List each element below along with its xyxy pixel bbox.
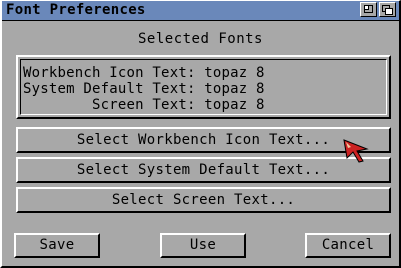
save-button[interactable]: Save (14, 233, 100, 258)
depth-front-shape (385, 8, 393, 15)
selected-fonts-inner: Workbench Icon Text: topaz 8 System Defa… (20, 59, 387, 115)
zoom-gadget-icon[interactable] (360, 2, 377, 17)
selected-fonts-box: Workbench Icon Text: topaz 8 System Defa… (16, 55, 391, 119)
workbench-icon-text-line: Workbench Icon Text: topaz 8 (23, 65, 265, 81)
select-workbench-icon-text-button[interactable]: Select Workbench Icon Text... (16, 127, 391, 153)
depth-gadget-icon[interactable] (379, 2, 396, 17)
use-button[interactable]: Use (160, 233, 246, 258)
window-title: Font Preferences (6, 2, 146, 18)
cancel-button[interactable]: Cancel (305, 233, 391, 258)
system-default-text-line: System Default Text: topaz 8 (23, 81, 265, 97)
select-system-default-text-button[interactable]: Select System Default Text... (16, 157, 391, 183)
screen-text-line: Screen Text: topaz 8 (23, 97, 265, 113)
font-preferences-window: Font Preferences Selected Fonts Workbenc… (0, 0, 401, 268)
selected-fonts-label: Selected Fonts (137, 31, 263, 47)
mouse-pointer-icon (343, 139, 369, 163)
title-bar[interactable]: Font Preferences (2, 1, 399, 21)
select-screen-text-button[interactable]: Select Screen Text... (16, 187, 391, 213)
zoom-inner-shape (364, 5, 369, 10)
